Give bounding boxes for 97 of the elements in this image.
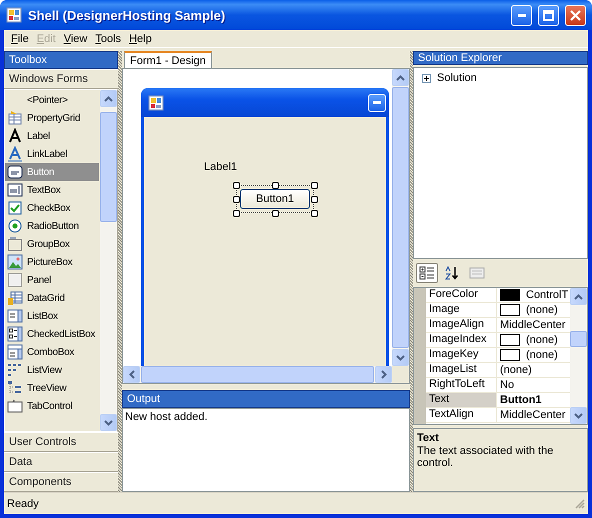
menu-item[interactable]: Help [125, 32, 156, 44]
form-label: Label1 [204, 161, 238, 173]
scroll-up-icon [104, 96, 113, 102]
scroll-up-icon [396, 74, 405, 80]
scrollbar-corner [392, 366, 409, 383]
grid-icon [7, 110, 23, 126]
minimize-icon [518, 14, 526, 16]
output-line: New host added. [125, 411, 208, 423]
property-value[interactable]: MiddleCenter [500, 409, 566, 421]
scrollbar[interactable] [100, 90, 117, 431]
toolbox-item[interactable]: Label [5, 127, 99, 145]
scroll-up-icon [574, 294, 583, 300]
categorized-button[interactable] [416, 263, 438, 283]
resize-handle[interactable] [272, 182, 279, 189]
scroll-down-icon [104, 420, 113, 426]
description-title: Text [417, 432, 440, 444]
scrollbar[interactable] [570, 288, 587, 424]
toolbox-item[interactable]: CheckedListBox [5, 325, 99, 343]
toolbox-item[interactable]: TabControl [5, 397, 99, 415]
sort-icon [444, 266, 460, 280]
property-pages-icon [469, 266, 485, 280]
scroll-down-icon [396, 354, 405, 360]
categorized-icon [419, 266, 435, 280]
property-value[interactable]: (none) [500, 364, 532, 376]
scroll-left-icon [128, 370, 134, 379]
data-grid-icon [7, 290, 23, 306]
property-name[interactable]: Text [426, 393, 497, 407]
toolbox-item[interactable]: ComboBox [5, 343, 99, 361]
description-text: The text associated with the control. [417, 445, 554, 469]
toolbox-item[interactable]: TextBox [5, 181, 99, 199]
property-value[interactable]: Button1 [500, 394, 542, 406]
toolbox-item[interactable]: ListBox [5, 307, 99, 325]
property-name[interactable]: TextAlign [426, 408, 497, 422]
minimize-icon [373, 101, 381, 104]
group-box-icon [7, 236, 23, 252]
property-value[interactable]: ControlT [526, 289, 568, 301]
close-icon [570, 10, 581, 20]
button-icon [7, 164, 23, 180]
tree-view-icon [7, 380, 23, 396]
checkbox-icon [7, 200, 23, 216]
radio-button-icon [7, 218, 23, 234]
maximize-button[interactable] [538, 4, 559, 26]
property-value[interactable]: (none) [526, 304, 558, 316]
menu-item[interactable]: File [7, 32, 33, 44]
toolbox-item[interactable]: LinkLabel [5, 145, 99, 163]
size-grip-icon [574, 498, 585, 509]
panel-header: Toolbox [4, 51, 118, 69]
panel-header: Solution Explorer [413, 51, 588, 65]
scroll-thumb[interactable] [570, 331, 587, 348]
toolbox-item[interactable]: Panel [5, 271, 99, 289]
picture-icon [7, 254, 23, 270]
app-icon [6, 7, 22, 23]
panel-icon [7, 272, 23, 288]
expand-icon[interactable] [422, 74, 431, 82]
toolbox-item[interactable]: RadioButton [5, 217, 99, 235]
scroll-thumb[interactable] [100, 112, 117, 222]
toolbox-item[interactable]: DataGrid [5, 289, 99, 307]
property-value[interactable]: (none) [526, 334, 558, 346]
scroll-right-icon [380, 370, 386, 379]
close-button[interactable] [565, 4, 586, 26]
app-icon [148, 94, 164, 110]
category-tab[interactable]: User Controls [4, 432, 118, 452]
tree-item[interactable]: Solution [437, 72, 477, 84]
window-title: Shell (DesignerHosting Sample) [28, 8, 226, 22]
form-button[interactable]: Button1 [240, 189, 310, 209]
category-tab[interactable]: Data [4, 452, 118, 472]
splitter[interactable] [118, 51, 122, 492]
text-box-icon [7, 182, 23, 198]
toolbox-item[interactable]: GroupBox [5, 235, 99, 253]
property-value[interactable]: (none) [526, 349, 558, 361]
tab-icon [7, 398, 23, 414]
scroll-down-icon [574, 412, 583, 418]
category-tab[interactable]: Windows Forms [4, 69, 118, 89]
link-label-icon [7, 146, 23, 162]
list-box-icon [7, 308, 23, 324]
toolbox-item[interactable]: PictureBox [5, 253, 99, 271]
panel-header: Output [122, 390, 410, 408]
document-tab[interactable]: Form1 - Design [124, 51, 212, 68]
checked-list-box-icon [7, 326, 23, 342]
minimize-button[interactable] [511, 4, 532, 26]
toolbox-item[interactable]: PropertyGrid [5, 109, 99, 127]
menu-item[interactable]: View [60, 32, 92, 44]
toolbox-item[interactable]: <Pointer> [5, 91, 99, 109]
maximize-icon [543, 10, 554, 20]
resize-handle[interactable] [272, 210, 279, 217]
toolbox-item[interactable]: TreeView [5, 379, 99, 397]
combo-box-icon [7, 344, 23, 360]
minimize-button[interactable] [368, 94, 386, 112]
property-value[interactable]: No [500, 379, 514, 391]
menu-item[interactable]: Tools [91, 32, 126, 44]
toolbox-item[interactable]: CheckBox [5, 199, 99, 217]
property-value[interactable]: MiddleCenter [500, 319, 566, 331]
label-icon [7, 128, 23, 144]
list-view-icon [7, 362, 23, 378]
category-tab[interactable]: Components [4, 472, 118, 492]
status-text: Ready [7, 498, 39, 510]
toolbox-item[interactable]: ListView [5, 361, 99, 379]
